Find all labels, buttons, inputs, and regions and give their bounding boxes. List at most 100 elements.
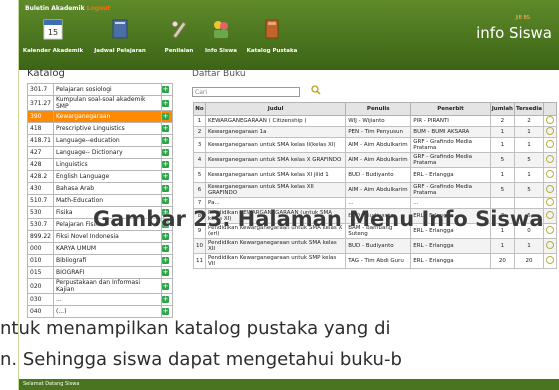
add-icon[interactable]: + (162, 99, 169, 107)
katalog-label[interactable]: KARYA UMUM (53, 242, 162, 255)
nav-info-siswa[interactable]: Info Siswa (203, 18, 239, 58)
table-row[interactable]: 6 Kewarganegaraan untuk SMA kelas XII GRA… (193, 182, 558, 198)
katalog-code: 899.22 (27, 230, 54, 243)
add-icon[interactable]: + (162, 197, 169, 204)
katalog-row[interactable]: 390 Kewarganegaraan + (27, 110, 173, 123)
table-row[interactable]: 11 Pendidikan Kewarganegaraan untuk SMP k… (193, 253, 558, 269)
table-row[interactable]: 3 Kewarganegaraan untuk SMA kelas II(kela… (193, 137, 558, 153)
nav-kalender-akademik[interactable]: 15 Kalender Akademik (23, 18, 83, 58)
nav-label: Jadwal Pelajaran (94, 48, 146, 54)
cell-penulis: AIM - Aim Abdulkarim (345, 182, 412, 198)
add-icon[interactable]: + (162, 137, 169, 144)
add-icon[interactable]: + (162, 173, 169, 180)
katalog-code: 430 (27, 182, 54, 195)
nav-penilaian[interactable]: Penilaian (162, 18, 196, 58)
nav-jadwal-pelajaran[interactable]: Jadwal Pelajaran (89, 18, 151, 58)
add-icon[interactable]: + (162, 185, 169, 192)
katalog-row[interactable]: 010 Bibliografi + (27, 254, 173, 267)
add-icon[interactable]: + (162, 308, 169, 315)
katalog-row[interactable]: 020 Perpustakaan dan Informasi Kajian + (27, 278, 173, 294)
cell-tersedia: 1 (513, 126, 544, 138)
katalog-row[interactable]: 428.2 English Language + (27, 170, 173, 183)
katalog-label[interactable]: (...) (53, 305, 162, 318)
view-detail-icon[interactable] (545, 116, 554, 124)
column-header-action (542, 102, 558, 116)
katalog-label[interactable]: Bibliografi (53, 254, 162, 267)
katalog-row[interactable]: 510.7 Math-Education + (27, 194, 173, 207)
add-icon[interactable]: + (162, 233, 169, 240)
cell-tersedia: 5 (513, 152, 544, 168)
header-bar: Buletin Akademik Logout JIB BS info Sisw… (19, 0, 559, 70)
katalog-label[interactable]: Language-- Dictionary (53, 146, 162, 159)
add-icon[interactable]: + (162, 269, 169, 276)
katalog-code: 428.2 (27, 170, 54, 183)
katalog-label[interactable]: Kewarganegaraan (53, 110, 162, 123)
katalog-label[interactable]: Kumpulan soal-soal akademik SMP (53, 95, 162, 111)
view-detail-icon[interactable] (545, 185, 554, 193)
add-icon[interactable]: + (162, 161, 169, 168)
table-row[interactable]: 10 Pendidikan Kewarganegaraan untuk SMA k… (193, 238, 558, 254)
search-input[interactable]: Cari (192, 87, 300, 97)
cell-no: 3 (193, 137, 206, 153)
cell-penerbit: ERL - Erlangga (410, 253, 491, 269)
search-icon[interactable] (311, 85, 321, 95)
katalog-row[interactable]: 301.7 Pelajaran sosiologi + (27, 83, 173, 96)
cell-judul: KEWARGANEGARAAN ( Citizenship ) (204, 115, 347, 127)
cell-penulis: BUD - Budiyanto (345, 238, 412, 254)
table-row[interactable]: 2 Kewarganegaraan 1a PEN - Tim Penyusun BUM… (193, 126, 558, 138)
add-icon[interactable]: + (162, 113, 169, 120)
view-detail-icon[interactable] (545, 226, 554, 234)
katalog-label[interactable]: Math-Education (53, 194, 162, 207)
library-book-icon (265, 19, 279, 39)
katalog-row[interactable]: 899.22 Fiksi Novel Indonesia + (27, 230, 173, 243)
view-detail-icon[interactable] (545, 140, 554, 148)
cell-no: 4 (193, 152, 206, 168)
column-header: Jumlah (489, 102, 515, 116)
view-detail-icon[interactable] (545, 256, 554, 264)
view-detail-icon[interactable] (545, 241, 554, 249)
katalog-label[interactable]: Fiksi Novel Indonesia (53, 230, 162, 243)
katalog-label[interactable]: Linguistics (53, 158, 162, 171)
katalog-label[interactable]: Prescriptive Linguistics (53, 122, 162, 135)
view-detail-icon[interactable] (545, 198, 554, 206)
cell-no: 2 (193, 126, 206, 138)
katalog-row[interactable]: 427 Language-- Dictionary + (27, 146, 173, 159)
brand-tag: JIB BS (515, 15, 531, 21)
katalog-row[interactable]: 418 Prescriptive Linguistics + (27, 122, 173, 135)
view-detail-icon[interactable] (545, 155, 554, 163)
katalog-label[interactable]: Pelajaran sosiologi (53, 83, 162, 96)
katalog-code: 301.7 (27, 83, 54, 96)
add-icon[interactable]: + (162, 149, 169, 156)
add-icon[interactable]: + (162, 245, 169, 252)
view-detail-icon[interactable] (545, 170, 554, 178)
katalog-label[interactable]: Perpustakaan dan Informasi Kajian (53, 278, 162, 294)
katalog-row[interactable]: 430 Bahasa Arab + (27, 182, 173, 195)
add-icon[interactable]: + (162, 257, 169, 264)
katalog-label[interactable]: English Language (53, 170, 162, 183)
katalog-label[interactable]: BIOGRAFI (53, 266, 162, 279)
logout-link[interactable]: Logout (87, 5, 111, 12)
add-icon[interactable]: + (162, 86, 169, 93)
katalog-row[interactable]: 000 KARYA UMUM + (27, 242, 173, 255)
katalog-label[interactable]: Language--education (53, 134, 162, 147)
katalog-row[interactable]: 015 BIOGRAFI + (27, 266, 173, 279)
view-detail-icon[interactable] (545, 127, 554, 135)
katalog-row[interactable]: 418.71 Language--education + (27, 134, 173, 147)
katalog-row[interactable]: 030... + (27, 293, 173, 306)
table-row[interactable]: 1 KEWARGANEGARAAN ( Citizenship ) WIJ - Wi… (193, 115, 558, 127)
view-detail-icon[interactable] (545, 211, 554, 219)
katalog-row[interactable]: 371.27 Kumpulan soal-soal akademik SMP + (27, 95, 173, 111)
add-icon[interactable]: + (162, 296, 169, 303)
katalog-label[interactable]: Bahasa Arab (53, 182, 162, 195)
add-icon[interactable]: + (162, 282, 169, 290)
katalog-row[interactable]: 040 (...) + (27, 305, 173, 318)
cell-judul: Kewarganegaraan untuk SMA kelas XI jilid… (204, 167, 347, 183)
table-row[interactable]: 5 Kewarganegaraan untuk SMA kelas XI jili… (193, 167, 558, 183)
table-row[interactable]: 4 Kewarganegaraan untuk SMA kelas X GRAFI… (193, 152, 558, 168)
nav-katalog-pustaka[interactable]: Katalog Pustaka (245, 18, 299, 58)
app-title: Buletin Akademik (25, 5, 85, 12)
add-icon[interactable]: + (162, 125, 169, 132)
column-header: Judul (204, 102, 347, 116)
katalog-row[interactable]: 428 Linguistics + (27, 158, 173, 171)
katalog-label[interactable]: ... (53, 293, 162, 306)
